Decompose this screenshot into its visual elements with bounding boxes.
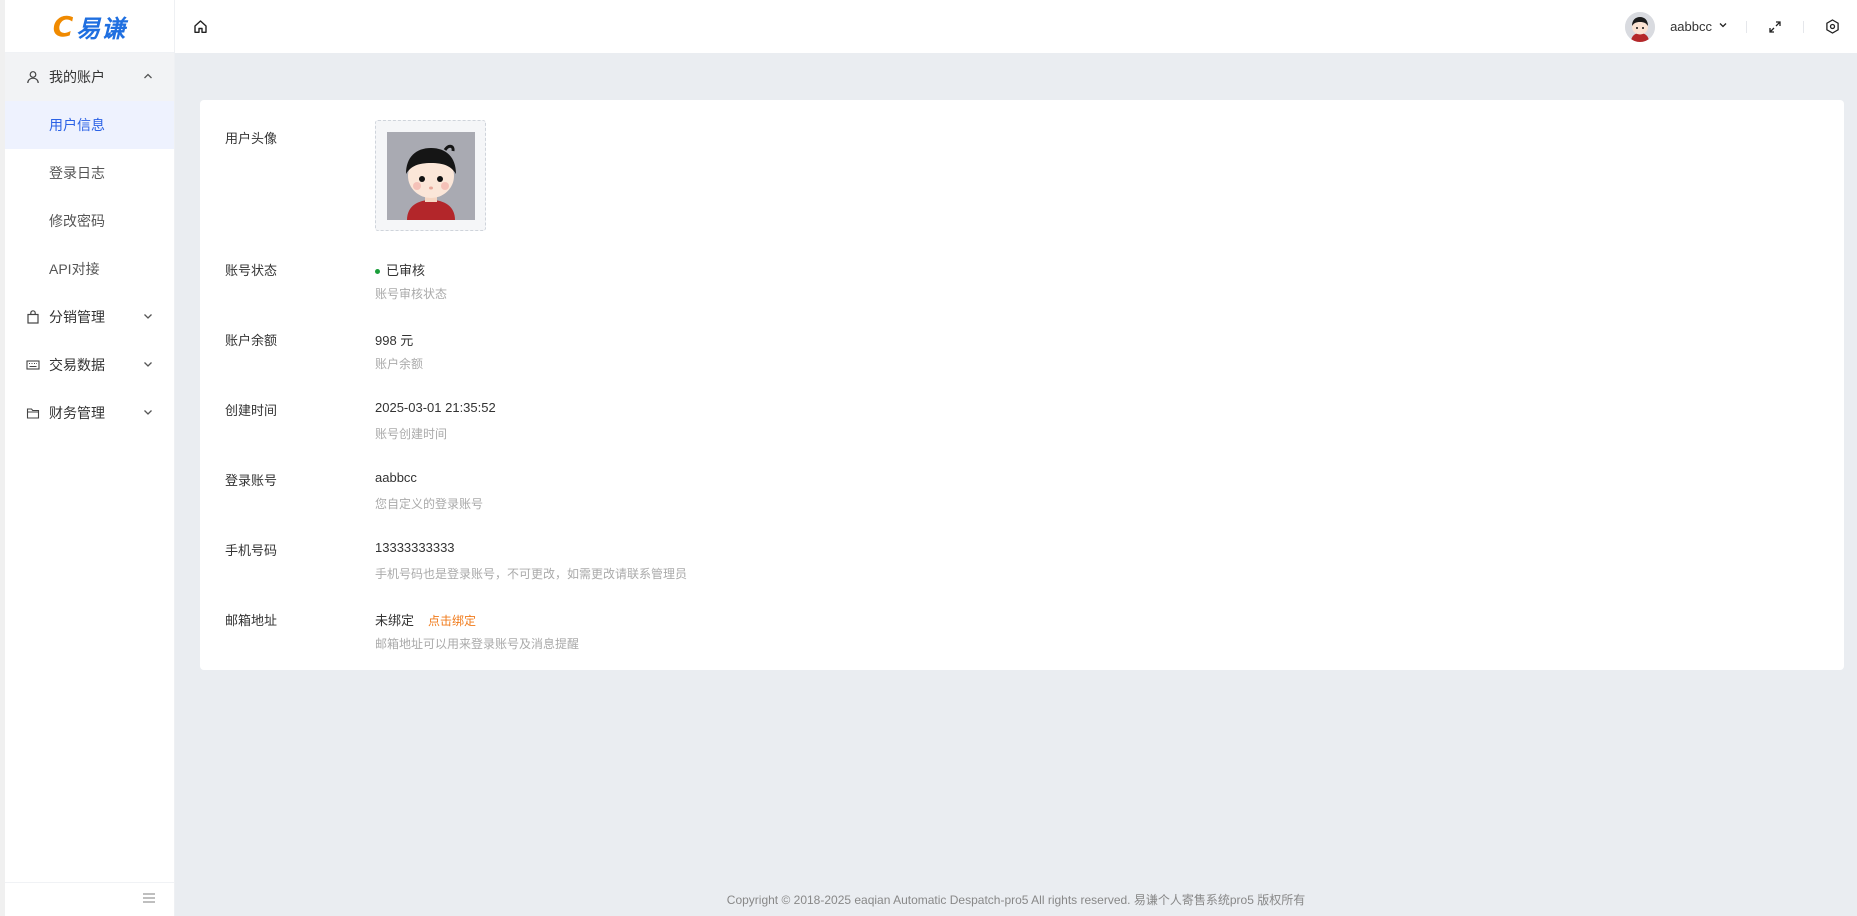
footer-copyright: Copyright © 2018-2025 eaqian Automatic D… <box>726 893 1306 907</box>
balance-label: 账户余额 <box>225 333 278 348</box>
sidebar-item-trade-data[interactable]: 交易数据 <box>5 341 174 389</box>
keyboard-icon <box>25 357 41 373</box>
sidebar-item-api[interactable]: API对接 <box>5 245 174 293</box>
sidebar-group-my-account[interactable]: 我的账户 <box>5 53 174 101</box>
sidebar-group-label: 我的账户 <box>49 69 105 85</box>
status-value: 已审核 <box>375 260 425 279</box>
logo-text: 易谦 <box>76 14 127 43</box>
balance-value: 998 元 <box>375 333 414 348</box>
sidebar-item-distribution[interactable]: 分销管理 <box>5 293 174 341</box>
username-label: aabbcc <box>1670 19 1712 34</box>
avatar-label: 用户头像 <box>225 131 278 146</box>
user-menu[interactable]: aabbcc <box>1670 19 1728 34</box>
status-badge: 已审核 <box>386 263 426 278</box>
chevron-down-icon <box>1718 20 1728 33</box>
sidebar-item-label: 分销管理 <box>49 309 105 325</box>
header-right: aabbcc <box>1625 11 1842 42</box>
avatar-upload[interactable] <box>375 120 486 231</box>
balance-hint: 账户余额 <box>375 357 424 371</box>
sidebar-item-label: 财务管理 <box>49 405 105 421</box>
status-hint: 账号审核状态 <box>375 287 448 301</box>
email-status: 未绑定 <box>375 613 415 628</box>
created-label: 创建时间 <box>225 403 278 418</box>
login-label: 登录账号 <box>225 473 278 488</box>
email-label: 邮箱地址 <box>225 613 278 628</box>
avatar[interactable] <box>1625 11 1656 42</box>
chevron-up-icon <box>142 70 154 85</box>
header-divider <box>1803 20 1804 33</box>
sidebar-item-login-log[interactable]: 登录日志 <box>5 149 174 197</box>
user-icon <box>25 69 41 85</box>
email-row: 邮箱地址 未绑定 点击绑定 邮箱地址可以用来登录账号及消息提醒 <box>225 610 1819 660</box>
sidebar-item-change-password[interactable]: 修改密码 <box>5 197 174 245</box>
email-value: 未绑定 点击绑定 <box>375 610 476 629</box>
status-row: 账号状态 已审核 账号审核状态 <box>225 260 1819 310</box>
sidebar: C 易谦 我的账户 用户信息 登录日志 修改密码 API对接 分销管理 交易数据 <box>0 0 175 916</box>
sidebar-item-finance[interactable]: 财务管理 <box>5 389 174 437</box>
bind-email-link[interactable]: 点击绑定 <box>428 614 476 628</box>
phone-label: 手机号码 <box>225 543 278 558</box>
phone-row: 手机号码 13333333333 手机号码也是登录账号，不可更改，如需更改请联系… <box>225 540 1819 590</box>
chevron-down-icon <box>142 406 154 421</box>
phone-hint: 手机号码也是登录账号，不可更改，如需更改请联系管理员 <box>375 567 688 581</box>
folder-icon <box>25 405 41 421</box>
sidebar-collapse-bar <box>5 882 174 916</box>
login-hint: 您自定义的登录账号 <box>375 497 484 511</box>
chevron-down-icon <box>142 310 154 325</box>
balance-row: 账户余额 998 元 账户余额 <box>225 330 1819 380</box>
status-label: 账号状态 <box>225 263 278 278</box>
created-row: 创建时间 2025-03-01 21:35:52 账号创建时间 <box>225 400 1819 450</box>
status-dot <box>375 269 380 275</box>
settings-icon[interactable] <box>1822 17 1842 37</box>
email-hint: 邮箱地址可以用来登录账号及消息提醒 <box>375 637 580 651</box>
logo-c-mark: C <box>52 9 75 43</box>
phone-value: 13333333333 <box>375 540 455 555</box>
login-value: aabbcc <box>375 470 417 485</box>
created-value: 2025-03-01 21:35:52 <box>375 400 496 415</box>
login-row: 登录账号 aabbcc 您自定义的登录账号 <box>225 470 1819 520</box>
menu-collapse-icon[interactable] <box>142 892 156 907</box>
bag-icon <box>25 309 41 325</box>
avatar-image <box>386 131 475 220</box>
user-info-card: 用户头像 账号状态 已审核 账号审核状态 账户余额 998 元 账户余额 创建时… <box>200 100 1844 670</box>
created-hint: 账号创建时间 <box>375 427 448 441</box>
sidebar-item-label: 交易数据 <box>49 357 105 373</box>
chevron-down-icon <box>142 358 154 373</box>
logo[interactable]: C 易谦 <box>5 0 174 53</box>
fullscreen-icon[interactable] <box>1765 17 1785 37</box>
top-header: aabbcc <box>175 0 1857 53</box>
sidebar-item-user-info[interactable]: 用户信息 <box>5 101 174 149</box>
logo-mark: C 易谦 <box>53 9 127 44</box>
avatar-row: 用户头像 <box>225 120 1819 258</box>
header-divider <box>1746 20 1747 33</box>
home-icon[interactable] <box>190 17 210 37</box>
